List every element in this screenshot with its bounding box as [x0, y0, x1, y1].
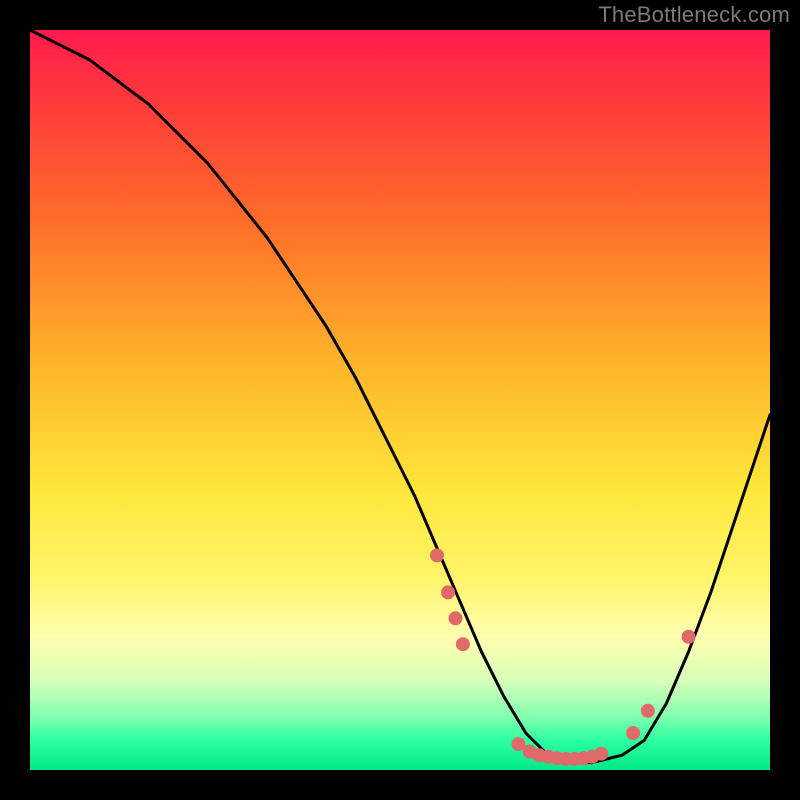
- data-point: [682, 630, 696, 644]
- data-point: [441, 585, 455, 599]
- data-point: [456, 637, 470, 651]
- watermark-text: TheBottleneck.com: [598, 2, 790, 28]
- data-point: [594, 747, 608, 761]
- data-point: [641, 704, 655, 718]
- data-point: [626, 726, 640, 740]
- chart-frame: TheBottleneck.com: [0, 0, 800, 800]
- plot-area: [30, 30, 770, 770]
- data-point: [430, 548, 444, 562]
- data-point: [449, 611, 463, 625]
- curve-line: [30, 30, 770, 763]
- chart-svg: [30, 30, 770, 770]
